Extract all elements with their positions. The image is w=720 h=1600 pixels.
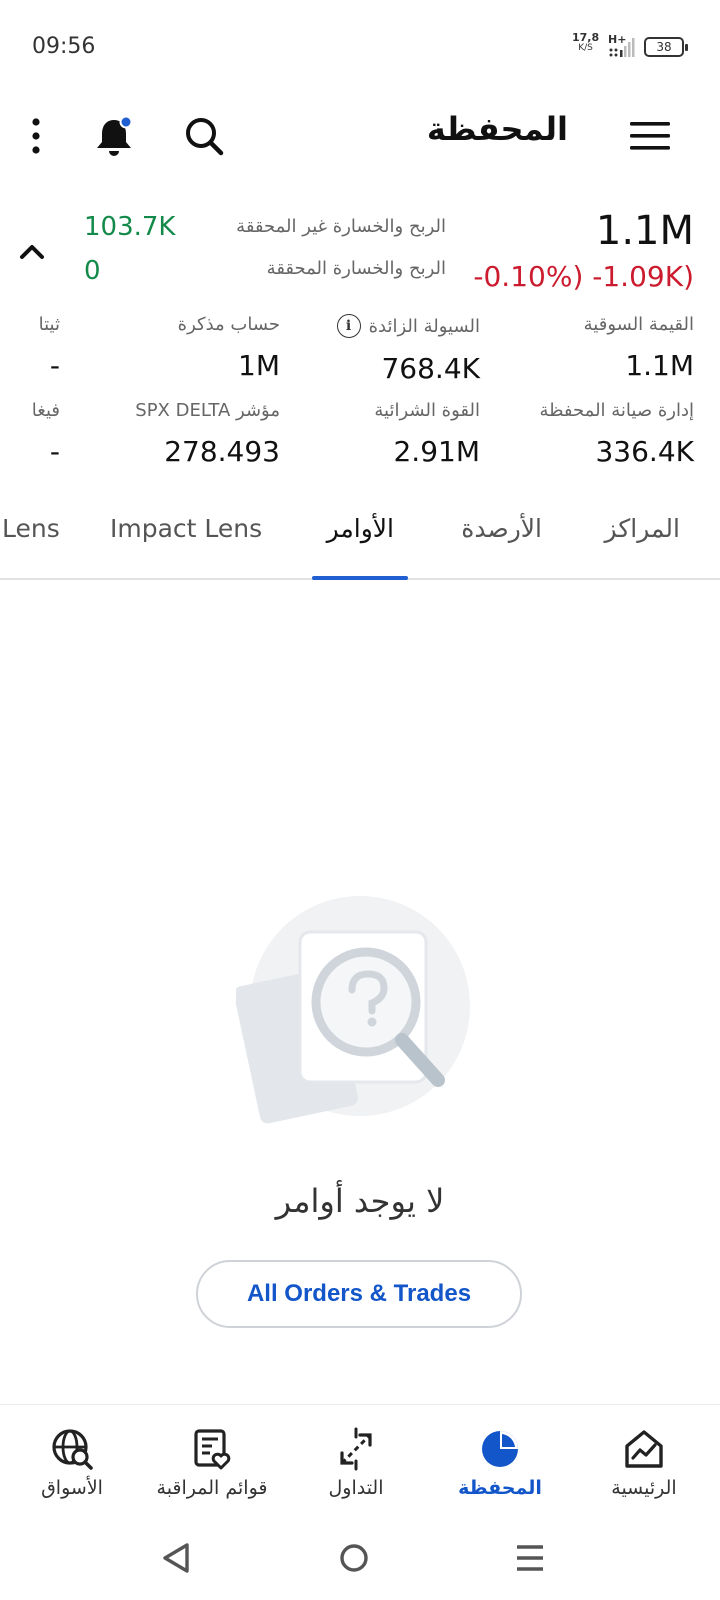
nav-markets[interactable]: الأسواق (0, 1405, 144, 1517)
account-metrics: القيمة السوقية 1.1M السيولة الزائدة i 76… (0, 314, 720, 484)
metric-maintenance-margin: إدارة صيانة المحفظة 336.4K (540, 400, 694, 468)
back-icon[interactable] (154, 1536, 198, 1580)
metric-excess-liquidity: السيولة الزائدة i 768.4K (336, 314, 480, 385)
battery-level: 38 (656, 40, 672, 54)
nav-label: قوائم المراقبة (156, 1477, 268, 1499)
more-vertical-icon[interactable] (14, 114, 58, 158)
metric-market-value: القيمة السوقية 1.1M (584, 314, 694, 382)
metric-buying-power: القوة الشرائية 2.91M (374, 400, 480, 468)
pie-chart-icon (476, 1425, 524, 1473)
nav-home[interactable]: الرئيسية (572, 1405, 716, 1517)
nav-label: المحفظة (458, 1477, 542, 1499)
system-navigation (0, 1516, 720, 1600)
nav-label: التداول (328, 1477, 384, 1499)
unrealized-pnl-label: الربح والخسارة غير المحققة (236, 216, 446, 237)
tab-positions[interactable]: المراكز (605, 514, 680, 543)
metric-label: حساب مذكرة (177, 314, 280, 335)
network-type: H+ (608, 33, 627, 46)
home-chart-icon (620, 1425, 668, 1473)
globe-search-icon (48, 1425, 96, 1473)
empty-search-icon (234, 896, 476, 1136)
home-icon[interactable] (332, 1536, 376, 1580)
metric-value: 768.4K (381, 352, 480, 385)
metric-label: السيولة الزائدة (368, 315, 480, 337)
portfolio-tabs: المراكز الأرصدة الأوامر Impact Lens Lens (0, 500, 720, 580)
metric-label: إدارة صيانة المحفظة (539, 400, 694, 421)
metric-vega: فيغا - (32, 400, 60, 468)
nav-trade[interactable]: التداول (284, 1405, 428, 1517)
nav-portfolio[interactable]: المحفظة (428, 1405, 572, 1517)
menu-icon[interactable] (628, 114, 672, 158)
metric-label: فيغا (31, 400, 60, 421)
battery-icon: 38 (644, 37, 688, 57)
tab-lens[interactable]: Lens (2, 514, 60, 543)
tab-orders[interactable]: الأوامر (327, 514, 394, 543)
metric-value: - (49, 435, 60, 468)
signal-icon: H+ (608, 33, 638, 58)
trade-arrows-icon (332, 1425, 380, 1473)
realized-pnl-label: الربح والخسارة المحققة (266, 258, 446, 279)
recents-icon[interactable] (508, 1536, 552, 1580)
nav-label: الرئيسية (611, 1477, 677, 1499)
metric-label: ثيتا (38, 314, 60, 335)
metric-value: 2.91M (393, 435, 480, 468)
chevron-up-icon[interactable] (14, 234, 50, 270)
empty-message: لا يوجد أوامر (275, 1182, 445, 1220)
metric-value: 1.1M (625, 349, 694, 382)
metric-value: - (49, 349, 60, 382)
app-header: المحفظة (0, 96, 720, 176)
status-bar: 09:56 17,8 K/S H+ 38 (0, 0, 720, 96)
daily-change: -0.10%) -1.09K) (473, 260, 694, 293)
tab-balances[interactable]: الأرصدة (461, 514, 542, 543)
metric-label: القوة الشرائية (374, 400, 480, 421)
orders-empty-state: لا يوجد أوامر All Orders & Trades (0, 580, 720, 1400)
metric-theta: ثيتا - (39, 314, 60, 382)
page-title: المحفظة (426, 110, 568, 148)
tab-impact-lens[interactable]: Impact Lens (110, 514, 262, 543)
search-icon[interactable] (182, 114, 226, 158)
network-speed: 17,8 K/S (572, 32, 599, 54)
nav-watchlists[interactable]: قوائم المراقبة (140, 1405, 284, 1517)
bell-icon[interactable] (92, 114, 136, 158)
metric-value: 336.4K (595, 435, 694, 468)
info-icon[interactable]: i (336, 314, 361, 338)
bottom-navigation: الرئيسية المحفظة التداول قوائم المراقبة … (0, 1404, 720, 1516)
market-value-total: 1.1M (595, 208, 694, 254)
metric-memo-account: حساب مذكرة 1M (178, 314, 280, 382)
metric-spx-delta: مؤشر SPX DELTA 278.493 (135, 400, 280, 468)
nav-label: الأسواق (41, 1477, 103, 1499)
metric-value: 278.493 (164, 435, 280, 468)
watchlist-icon (188, 1425, 236, 1473)
status-time: 09:56 (32, 34, 96, 59)
unrealized-pnl-value: 103.7K (84, 212, 176, 242)
all-orders-trades-button[interactable]: All Orders & Trades (196, 1260, 522, 1328)
metric-label: القيمة السوقية (583, 314, 694, 335)
metric-value: 1M (238, 349, 280, 382)
realized-pnl-value: 0 (84, 256, 101, 286)
network-speed-unit: K/S (578, 43, 593, 53)
portfolio-summary: 103.7K 0 الربح والخسارة غير المحققة الرب… (0, 200, 720, 300)
metric-label: مؤشر SPX DELTA (135, 400, 280, 421)
